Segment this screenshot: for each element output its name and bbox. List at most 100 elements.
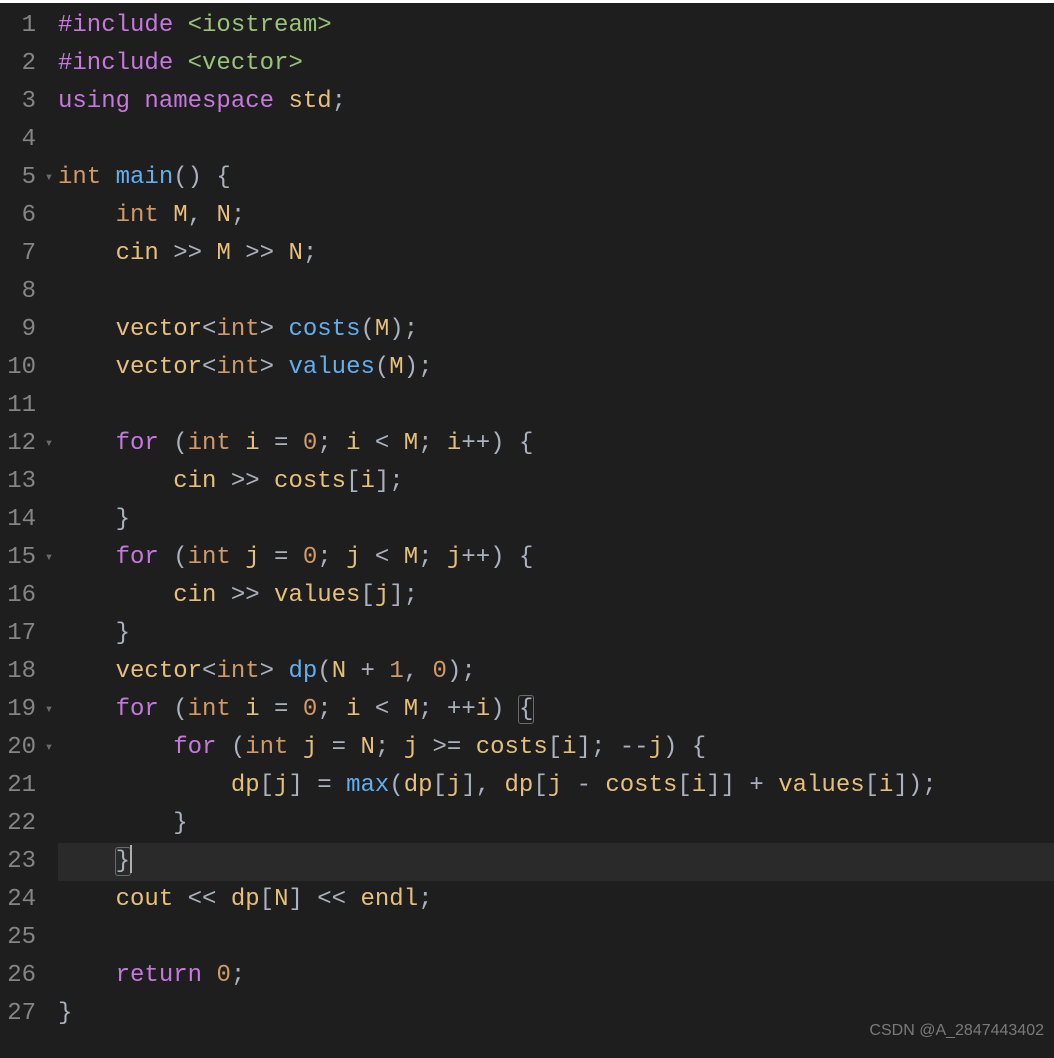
code-area[interactable]: #include <iostream>#include <vector>usin… (56, 3, 1054, 1058)
fold-marker[interactable]: ▾ (42, 691, 56, 729)
code-token (58, 734, 173, 761)
code-line[interactable]: return 0; (58, 957, 1054, 995)
code-token: cin (116, 240, 174, 267)
fold-marker[interactable]: ▾ (42, 425, 56, 463)
fold-marker[interactable] (42, 767, 56, 805)
fold-marker[interactable]: ▾ (42, 729, 56, 767)
code-token: , (188, 202, 217, 229)
code-token (58, 962, 116, 989)
code-token: ) { (663, 734, 706, 761)
fold-marker[interactable] (42, 121, 56, 159)
code-token: M (404, 430, 418, 457)
code-token: } (58, 1000, 72, 1027)
code-line[interactable]: cin >> costs[i]; (58, 463, 1054, 501)
code-line[interactable]: } (58, 805, 1054, 843)
code-token: > (260, 354, 289, 381)
fold-marker[interactable] (42, 235, 56, 273)
code-token: i (245, 696, 274, 723)
code-token: [ (260, 886, 274, 913)
fold-marker[interactable]: ▾ (42, 159, 56, 197)
code-token: = (274, 430, 303, 457)
fold-marker[interactable] (42, 311, 56, 349)
code-line[interactable]: } (58, 615, 1054, 653)
line-number: 18 (0, 653, 36, 691)
fold-marker[interactable] (42, 577, 56, 615)
code-token: std (288, 88, 331, 115)
code-line[interactable]: for (int i = 0; i < M; ++i) { (58, 691, 1054, 729)
code-token: ] = (288, 772, 346, 799)
code-token: >> (231, 468, 274, 495)
code-editor: 1234567891011121314151617181920212223242… (0, 3, 1054, 1058)
code-token: ; (317, 430, 346, 457)
fold-marker[interactable] (42, 501, 56, 539)
fold-marker[interactable] (42, 45, 56, 83)
code-token: ; (231, 202, 245, 229)
code-line[interactable]: int main() { (58, 159, 1054, 197)
code-line[interactable]: #include <iostream> (58, 7, 1054, 45)
code-line[interactable]: cin >> M >> N; (58, 235, 1054, 273)
fold-marker[interactable] (42, 881, 56, 919)
code-token: for (173, 734, 231, 761)
code-token: 0 (303, 696, 317, 723)
code-token: << (188, 886, 231, 913)
code-token: i (245, 430, 274, 457)
code-token: ]] + (706, 772, 778, 799)
code-token (58, 696, 116, 723)
watermark-text: CSDN @A_2847443402 (869, 1012, 1044, 1050)
fold-marker[interactable] (42, 805, 56, 843)
code-line[interactable]: cout << dp[N] << endl; (58, 881, 1054, 919)
code-line[interactable]: for (int i = 0; i < M; i++) { (58, 425, 1054, 463)
code-line[interactable] (58, 121, 1054, 159)
code-token: < (375, 430, 404, 457)
code-line[interactable]: for (int j = N; j >= costs[i]; --j) { (58, 729, 1054, 767)
code-line[interactable] (58, 387, 1054, 425)
fold-marker[interactable] (42, 615, 56, 653)
fold-marker[interactable] (42, 273, 56, 311)
fold-marker[interactable] (42, 653, 56, 691)
fold-marker[interactable] (42, 463, 56, 501)
code-token: ]; (389, 582, 418, 609)
code-token: costs (288, 316, 360, 343)
code-line[interactable]: cin >> values[j]; (58, 577, 1054, 615)
code-token: [ (260, 772, 274, 799)
code-token: i (476, 696, 490, 723)
code-token: #include (58, 12, 188, 39)
code-line[interactable] (58, 273, 1054, 311)
code-line[interactable]: } (58, 501, 1054, 539)
fold-marker[interactable] (42, 83, 56, 121)
code-line[interactable]: dp[j] = max(dp[j], dp[j - costs[i]] + va… (58, 767, 1054, 805)
code-line[interactable]: int M, N; (58, 197, 1054, 235)
code-token: dp (231, 886, 260, 913)
fold-marker[interactable] (42, 843, 56, 881)
code-token: ]); (893, 772, 936, 799)
fold-marker[interactable] (42, 349, 56, 387)
code-token: i (346, 430, 375, 457)
line-number: 27 (0, 995, 36, 1033)
code-token: ++) { (461, 544, 533, 571)
code-line[interactable]: using namespace std; (58, 83, 1054, 121)
fold-marker[interactable] (42, 919, 56, 957)
code-line[interactable]: vector<int> costs(M); (58, 311, 1054, 349)
code-line[interactable]: #include <vector> (58, 45, 1054, 83)
code-token (58, 240, 116, 267)
fold-marker[interactable] (42, 197, 56, 235)
code-line[interactable]: for (int j = 0; j < M; j++) { (58, 539, 1054, 577)
code-token: int (58, 164, 116, 191)
matched-bracket: } (116, 848, 130, 875)
code-token: dp (231, 772, 260, 799)
code-token: > (260, 658, 289, 685)
fold-marker[interactable] (42, 7, 56, 45)
fold-marker[interactable] (42, 387, 56, 425)
code-line[interactable]: vector<int> dp(N + 1, 0); (58, 653, 1054, 691)
code-token: main (116, 164, 174, 191)
code-line[interactable]: } (58, 843, 1054, 881)
fold-marker[interactable]: ▾ (42, 539, 56, 577)
code-token: [ (677, 772, 691, 799)
code-token (58, 354, 116, 381)
fold-marker[interactable] (42, 957, 56, 995)
fold-marker[interactable] (42, 995, 56, 1033)
code-line[interactable]: vector<int> values(M); (58, 349, 1054, 387)
code-line[interactable] (58, 919, 1054, 957)
code-token: costs (476, 734, 548, 761)
code-token: M (404, 544, 418, 571)
